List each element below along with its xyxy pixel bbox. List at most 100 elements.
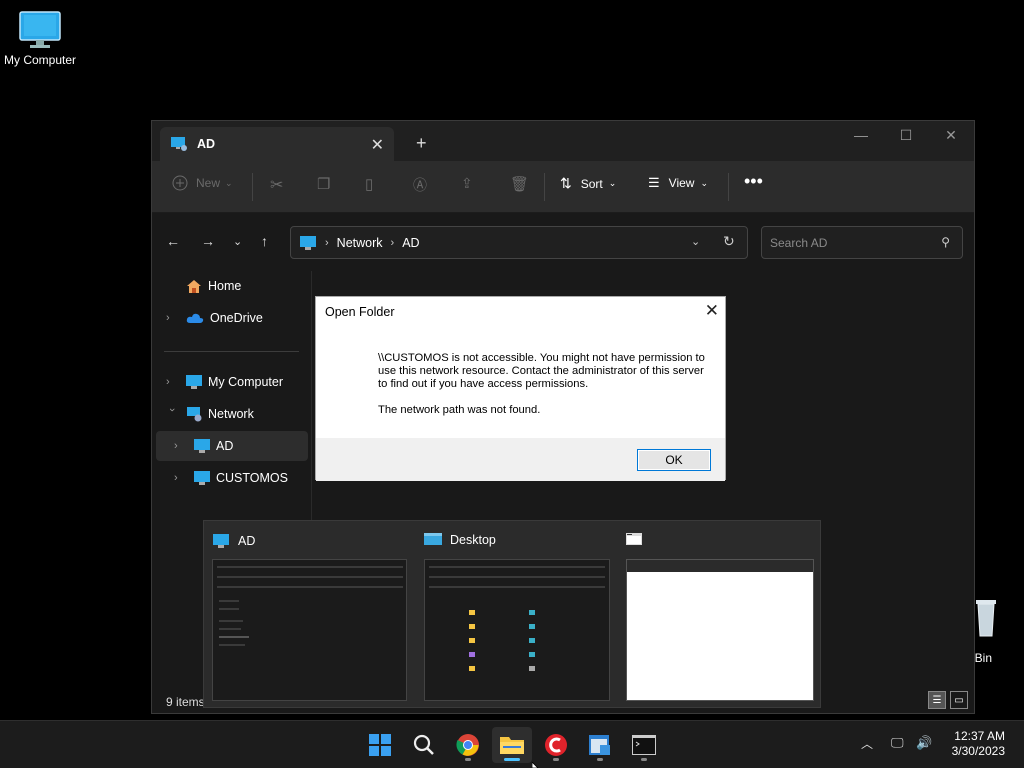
- delete-button[interactable]: 🗑: [510, 175, 529, 193]
- ellipsis-icon: •••: [744, 171, 763, 191]
- new-tab-button[interactable]: +: [416, 133, 427, 154]
- rename-button[interactable]: Ⓐ: [413, 175, 427, 195]
- nav-onedrive[interactable]: › OneDrive: [166, 303, 306, 333]
- taskbar: ︿ 🖵 🔊 12:37 AM 3/30/2023: [0, 720, 1024, 768]
- recycle-bin-icon: [976, 600, 996, 637]
- close-window-button[interactable]: ✕: [928, 127, 974, 144]
- dialog-message: \\CUSTOMOS is not accessible. You might …: [378, 352, 705, 390]
- terminal-icon: [632, 735, 656, 755]
- nav-home[interactable]: Home: [166, 271, 306, 301]
- ok-button[interactable]: OK: [637, 449, 711, 471]
- expand-chevron-icon[interactable]: ›: [174, 472, 186, 484]
- network-settings-icon: [589, 735, 610, 755]
- search-input[interactable]: Search AD ⚲: [761, 226, 963, 259]
- dialog-footer: OK: [316, 438, 725, 481]
- collapse-chevron-icon[interactable]: ›: [166, 408, 178, 420]
- sort-icon: ⇅: [560, 175, 572, 191]
- forward-arrow-icon[interactable]: →: [201, 233, 215, 249]
- nav-my-computer[interactable]: › My Computer: [166, 367, 306, 397]
- taskbar-thumbnail-popup: AD Desktop: [203, 520, 821, 708]
- trash-icon: 🗑: [510, 176, 530, 193]
- chrome-app[interactable]: [448, 727, 488, 763]
- view-button[interactable]: ☰ View ⌄: [648, 175, 708, 191]
- breadcrumb-ad[interactable]: AD: [402, 236, 419, 250]
- plus-circle-icon: [172, 175, 188, 191]
- refresh-icon[interactable]: ↻: [723, 233, 735, 250]
- expand-chevron-icon[interactable]: ›: [166, 376, 178, 388]
- nav-ad[interactable]: › AD: [156, 431, 308, 461]
- open-folder-dialog: Open Folder ✕ \\CUSTOMOS is not accessib…: [315, 296, 726, 481]
- search-button[interactable]: [404, 727, 444, 763]
- volume-icon[interactable]: 🔊: [916, 735, 932, 751]
- tiles-view-button[interactable]: ▭: [950, 691, 968, 709]
- share-button[interactable]: ⇪: [461, 175, 473, 192]
- file-explorer-app[interactable]: [492, 727, 532, 763]
- monitor-icon: [186, 375, 202, 389]
- thumbnail-preview: [424, 559, 610, 701]
- cut-button[interactable]: ✂: [270, 175, 283, 195]
- clock[interactable]: 12:37 AM 3/30/2023: [952, 729, 1005, 759]
- new-label: New: [196, 176, 221, 190]
- nav-my-computer-label: My Computer: [208, 375, 284, 389]
- new-button[interactable]: New ⌄: [172, 175, 233, 191]
- terminal-app[interactable]: [624, 727, 664, 763]
- scissors-icon: ✂: [270, 177, 284, 194]
- windows-logo-icon: [369, 734, 391, 756]
- console-window-icon: [626, 533, 642, 545]
- home-icon: [187, 279, 201, 293]
- show-hidden-icons-chevron-icon[interactable]: ︿: [861, 735, 873, 752]
- network-status-icon[interactable]: 🖵: [891, 735, 904, 751]
- desktop-icon-my-computer[interactable]: My Computer: [0, 10, 80, 67]
- address-dropdown-icon[interactable]: ⌄: [691, 235, 700, 248]
- more-options-button[interactable]: •••: [744, 171, 763, 192]
- network-config-app[interactable]: [580, 727, 620, 763]
- minimize-button[interactable]: —: [838, 127, 884, 143]
- tiles-view-icon: ▭: [954, 694, 964, 706]
- rename-icon: Ⓐ: [413, 177, 427, 193]
- tab-ad[interactable]: AD ✕: [160, 127, 394, 161]
- address-bar[interactable]: › Network › AD ⌄ ↻: [290, 226, 748, 259]
- details-view-icon: ☰: [932, 694, 942, 706]
- breadcrumb-separator-icon: ›: [390, 236, 395, 249]
- thumbnail-desktop[interactable]: Desktop: [416, 521, 616, 709]
- ccleaner-app[interactable]: [536, 727, 576, 763]
- view-list-icon: ☰: [648, 175, 660, 190]
- clock-date: 3/30/2023: [951, 744, 1005, 758]
- thumbnail-console[interactable]: [618, 521, 818, 709]
- recent-chevron-icon[interactable]: ⌄: [233, 235, 242, 248]
- breadcrumb-network[interactable]: Network: [337, 236, 383, 250]
- view-toggle: ☰ ▭: [928, 691, 968, 709]
- address-row: ← → ⌄ ↑ › Network › AD ⌄ ↻ Search AD ⚲: [152, 213, 974, 271]
- maximize-button[interactable]: ☐: [883, 127, 929, 144]
- sort-button[interactable]: ⇅ Sort ⌄: [560, 175, 616, 192]
- title-bar: AD ✕ + — ☐ ✕: [152, 121, 974, 161]
- paste-button[interactable]: ▯: [365, 175, 373, 193]
- paste-icon: ▯: [365, 176, 374, 193]
- breadcrumb-separator-icon: ›: [325, 236, 329, 249]
- search-icon: [413, 734, 434, 755]
- back-arrow-icon[interactable]: ←: [166, 233, 180, 249]
- dialog-close-icon[interactable]: ✕: [705, 301, 719, 321]
- nav-network[interactable]: › Network: [166, 399, 306, 429]
- desktop-icon-label: My Computer: [3, 53, 77, 67]
- expand-chevron-icon[interactable]: ›: [166, 312, 178, 324]
- start-button[interactable]: [360, 727, 400, 763]
- thumbnail-ad[interactable]: AD: [204, 521, 414, 709]
- monitor-icon: [19, 11, 61, 48]
- details-view-button[interactable]: ☰: [928, 691, 946, 709]
- close-tab-icon[interactable]: ✕: [371, 135, 384, 155]
- thumbnail-title: Desktop: [450, 533, 496, 547]
- thumbnail-title: AD: [238, 534, 256, 548]
- search-placeholder: Search AD: [770, 235, 828, 250]
- dialog-title: Open Folder: [325, 305, 395, 319]
- copy-button[interactable]: ❐: [317, 175, 330, 193]
- thumbnail-preview: [626, 559, 814, 701]
- dialog-detail: The network path was not found.: [378, 404, 541, 416]
- clock-time: 12:37 AM: [954, 729, 1005, 743]
- nav-customos[interactable]: › CUSTOMOS: [156, 463, 308, 493]
- sort-label: Sort: [580, 176, 603, 191]
- chevron-down-icon: ⌄: [225, 177, 233, 188]
- copy-icon: ❐: [317, 176, 331, 193]
- expand-chevron-icon[interactable]: ›: [174, 440, 186, 452]
- up-arrow-icon[interactable]: ↑: [261, 233, 268, 249]
